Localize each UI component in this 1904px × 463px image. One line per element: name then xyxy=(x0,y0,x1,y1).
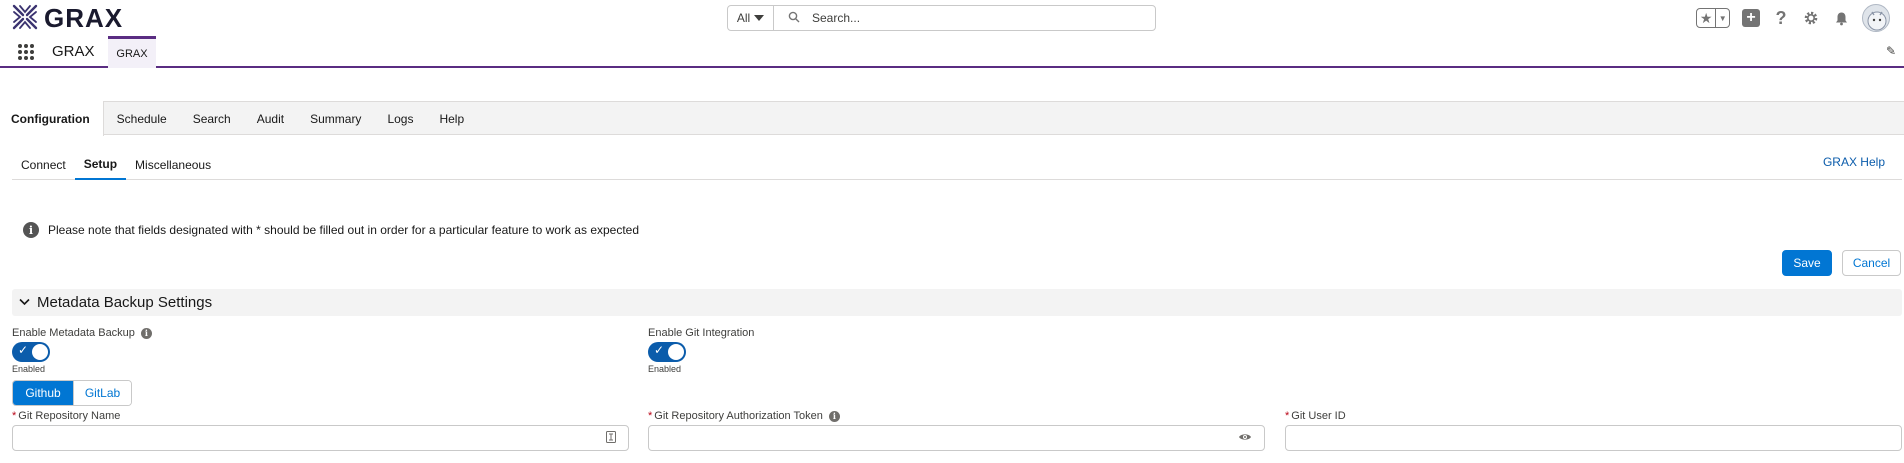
metadata-backup-label: Enable Metadata Backup i xyxy=(12,327,152,339)
header-utilities: ★ ▼ + ? xyxy=(1696,4,1890,32)
subtab-miscellaneous[interactable]: Miscellaneous xyxy=(126,150,220,179)
favorites-menu-icon[interactable]: ▼ xyxy=(1716,9,1729,27)
sub-tabs: Connect Setup Miscellaneous xyxy=(12,150,1902,180)
grax-help-link[interactable]: GRAX Help xyxy=(1823,155,1885,169)
global-search: All xyxy=(727,5,1156,31)
notification-bell-icon[interactable] xyxy=(1832,9,1850,27)
global-header: GRAX All ★ ▼ + ? xyxy=(0,0,1904,36)
info-icon[interactable]: i xyxy=(828,410,840,422)
metadata-backup-label-text: Enable Metadata Backup xyxy=(12,327,135,339)
auth-token-label-text: Git Repository Authorization Token xyxy=(654,410,823,422)
info-icon[interactable]: i xyxy=(140,327,152,339)
app-launcher-icon[interactable] xyxy=(18,44,34,60)
user-id-input[interactable] xyxy=(1294,426,1848,450)
main-tabs: Configuration Schedule Search Audit Summ… xyxy=(0,101,1904,136)
tab-schedule[interactable]: Schedule xyxy=(104,102,180,136)
logo-text: GRAX xyxy=(44,3,124,33)
auth-token-label: * Git Repository Authorization Token i xyxy=(648,410,840,422)
repo-name-label-text: Git Repository Name xyxy=(18,410,121,422)
metadata-backup-status: Enabled xyxy=(12,364,46,374)
repo-name-input[interactable] xyxy=(21,426,575,450)
eye-icon[interactable] xyxy=(1238,431,1252,445)
avatar[interactable] xyxy=(1862,4,1890,32)
required-marker: * xyxy=(648,410,653,422)
toggle-knob xyxy=(32,344,48,360)
tab-logs[interactable]: Logs xyxy=(374,102,426,136)
tab-search[interactable]: Search xyxy=(180,102,244,136)
tab-audit[interactable]: Audit xyxy=(244,102,297,136)
checkmark-icon: ✓ xyxy=(18,343,29,357)
required-marker: * xyxy=(1285,410,1290,422)
metadata-backup-section-header[interactable]: Metadata Backup Settings xyxy=(12,289,1902,316)
subtab-setup[interactable]: Setup xyxy=(74,150,127,180)
cancel-button[interactable]: Cancel xyxy=(1842,250,1901,276)
notice-text: Please note that fields designated with … xyxy=(48,223,640,237)
repo-name-field-wrap xyxy=(12,425,629,451)
repo-name-label: * Git Repository Name xyxy=(12,410,120,422)
search-scope-label: All xyxy=(736,11,751,25)
search-input[interactable] xyxy=(812,11,1132,25)
user-id-field-wrap xyxy=(1285,425,1902,451)
git-integration-status: Enabled xyxy=(648,364,682,374)
chevron-down-icon xyxy=(19,297,30,309)
edit-pencil-icon[interactable]: ✎ xyxy=(1886,44,1896,58)
toggle-knob xyxy=(668,344,684,360)
search-scope-dropdown[interactable]: All xyxy=(728,6,774,30)
metadata-backup-toggle[interactable]: ✓ xyxy=(12,342,50,362)
git-integration-label: Enable Git Integration xyxy=(648,327,754,339)
text-field-icon xyxy=(606,431,616,446)
tab-configuration[interactable]: Configuration xyxy=(0,101,104,136)
subtab-connect[interactable]: Connect xyxy=(12,150,75,179)
app-name: GRAX xyxy=(52,43,95,60)
auth-token-input[interactable] xyxy=(657,426,1211,450)
gitlab-button[interactable]: GitLab xyxy=(73,381,131,405)
git-integration-label-text: Enable Git Integration xyxy=(648,327,755,339)
tab-summary[interactable]: Summary xyxy=(297,102,374,136)
favorites-button-group: ★ ▼ xyxy=(1696,8,1730,28)
github-button[interactable]: Github xyxy=(13,381,73,405)
auth-token-field-wrap xyxy=(648,425,1265,451)
app-navigation-bar: GRAX GRAX ✎ xyxy=(0,36,1904,68)
search-icon xyxy=(788,11,800,26)
help-icon[interactable]: ? xyxy=(1772,8,1790,28)
nav-tab-grax[interactable]: GRAX xyxy=(108,36,156,68)
favorites-star-icon[interactable]: ★ xyxy=(1697,9,1717,27)
user-id-label-text: Git User ID xyxy=(1291,410,1346,422)
add-icon[interactable]: + xyxy=(1742,9,1760,27)
section-title: Metadata Backup Settings xyxy=(37,294,213,311)
info-icon: i xyxy=(23,222,39,238)
grax-logo[interactable]: GRAX xyxy=(10,2,123,35)
grax-logo-icon xyxy=(10,2,40,35)
git-integration-toggle[interactable]: ✓ xyxy=(648,342,686,362)
search-box xyxy=(774,6,1155,30)
user-id-label: * Git User ID xyxy=(1285,410,1346,422)
setup-gear-icon[interactable] xyxy=(1802,9,1820,27)
tab-help[interactable]: Help xyxy=(426,102,477,136)
caret-down-icon xyxy=(754,15,765,21)
checkmark-icon: ✓ xyxy=(654,343,665,357)
git-provider-selector: Github GitLab xyxy=(12,380,132,406)
required-marker: * xyxy=(12,410,17,422)
required-fields-notice: i Please note that fields designated wit… xyxy=(23,222,639,238)
save-button[interactable]: Save xyxy=(1782,250,1832,276)
